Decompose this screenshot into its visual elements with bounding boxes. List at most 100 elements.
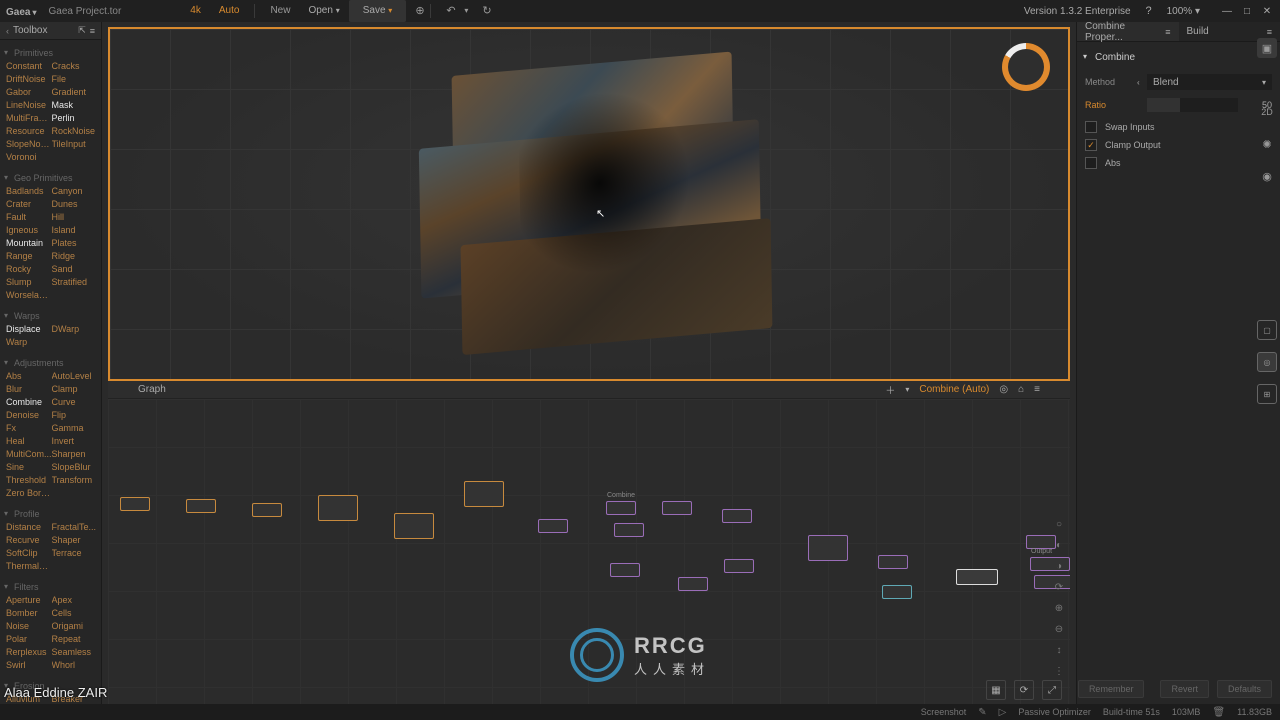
- graph-node[interactable]: [252, 503, 282, 517]
- tool-rocky[interactable]: Rocky: [6, 263, 52, 275]
- tool-recurve[interactable]: Recurve: [6, 534, 52, 546]
- tool-[interactable]: [52, 289, 98, 301]
- tool-igneous[interactable]: Igneous: [6, 224, 52, 236]
- tool-bomber[interactable]: Bomber: [6, 607, 52, 619]
- tool-cells[interactable]: Cells: [52, 607, 98, 619]
- graph-node[interactable]: [464, 481, 504, 507]
- auto-button[interactable]: Auto: [210, 0, 249, 22]
- category-primitives[interactable]: Primitives: [0, 42, 101, 60]
- graph-node[interactable]: [722, 509, 752, 523]
- tool-hill[interactable]: Hill: [52, 211, 98, 223]
- maximize-icon[interactable]: □: [1240, 6, 1254, 17]
- play-icon[interactable]: ▷: [999, 707, 1007, 718]
- tool-abs[interactable]: Abs: [6, 370, 52, 382]
- undo-icon[interactable]: ↶: [437, 0, 455, 22]
- pen-icon[interactable]: ✎: [978, 707, 986, 718]
- tool-constant[interactable]: Constant: [6, 60, 52, 72]
- eye-tool-icon[interactable]: ◉: [1257, 166, 1277, 186]
- tool-softclip[interactable]: SoftClip: [6, 547, 52, 559]
- link-icon[interactable]: ⇱: [78, 25, 86, 36]
- graph-tool6-icon[interactable]: ⊖: [1055, 624, 1063, 635]
- tool-tileinput[interactable]: TileInput: [52, 138, 98, 150]
- close-icon[interactable]: ✕: [1260, 6, 1274, 17]
- layout2-icon[interactable]: ⟳: [1014, 680, 1034, 700]
- graph-node[interactable]: [808, 535, 848, 561]
- category-warps[interactable]: Warps: [0, 305, 101, 323]
- tool-slopenoise[interactable]: SlopeNoise: [6, 138, 52, 150]
- graph-tool5-icon[interactable]: ⊕: [1055, 603, 1063, 614]
- tool-dunes[interactable]: Dunes: [52, 198, 98, 210]
- tool-cracks[interactable]: Cracks: [52, 60, 98, 72]
- tool-aperture[interactable]: Aperture: [6, 594, 52, 606]
- tool-driftnoise[interactable]: DriftNoise: [6, 73, 52, 85]
- save-button[interactable]: Save ▾: [349, 0, 407, 22]
- graph-canvas[interactable]: CombineOutput: [108, 399, 1070, 704]
- frame2-icon[interactable]: ◎: [1257, 352, 1277, 372]
- view2d-button[interactable]: 2D: [1257, 102, 1277, 122]
- graph-node[interactable]: [614, 523, 644, 537]
- tool-island[interactable]: Island: [52, 224, 98, 236]
- tool-[interactable]: [52, 151, 98, 163]
- graph-node[interactable]: [878, 555, 908, 569]
- defaults-button[interactable]: Defaults: [1217, 680, 1272, 698]
- redo-icon[interactable]: ↻: [473, 0, 491, 22]
- graph-node[interactable]: [318, 495, 358, 521]
- remember-button[interactable]: Remember: [1078, 680, 1145, 698]
- tool-transform[interactable]: Transform: [52, 474, 98, 486]
- tool-flip[interactable]: Flip: [52, 409, 98, 421]
- tool-sine[interactable]: Sine: [6, 461, 52, 473]
- frame1-icon[interactable]: ▢: [1257, 320, 1277, 340]
- category-adjustments[interactable]: Adjustments: [0, 352, 101, 370]
- tool-curve[interactable]: Curve: [52, 396, 98, 408]
- graph-home-icon[interactable]: ⌂: [1018, 384, 1024, 395]
- tool-denoise[interactable]: Denoise: [6, 409, 52, 421]
- tool-terrace[interactable]: Terrace: [52, 547, 98, 559]
- tool-worselands[interactable]: Worselands: [6, 289, 52, 301]
- tool-ridge[interactable]: Ridge: [52, 250, 98, 262]
- graph-tool1-icon[interactable]: ○: [1056, 519, 1062, 530]
- tool-stratified[interactable]: Stratified: [52, 276, 98, 288]
- graph-node[interactable]: [724, 559, 754, 573]
- graph-node[interactable]: [394, 513, 434, 539]
- graph-tool3-icon[interactable]: ◑: [1056, 561, 1062, 572]
- tool-mountain[interactable]: Mountain: [6, 237, 52, 249]
- tool-perlin[interactable]: Perlin: [52, 112, 98, 124]
- tool-fault[interactable]: Fault: [6, 211, 52, 223]
- tool-[interactable]: [52, 336, 98, 348]
- light-tool-icon[interactable]: ✺: [1257, 134, 1277, 154]
- method-dropdown[interactable]: ‹Blend ▾›: [1147, 74, 1272, 90]
- revert-button[interactable]: Revert: [1160, 680, 1209, 698]
- menu-icon[interactable]: ≡: [90, 26, 95, 36]
- tool-apex[interactable]: Apex: [52, 594, 98, 606]
- frame3-icon[interactable]: ⊞: [1257, 384, 1277, 404]
- graph-node[interactable]: [186, 499, 216, 513]
- graph-tool2-icon[interactable]: ◐: [1056, 540, 1062, 551]
- tool-noise[interactable]: Noise: [6, 620, 52, 632]
- screenshot-button[interactable]: Screenshot: [921, 707, 967, 717]
- tool-warp[interactable]: Warp: [6, 336, 52, 348]
- graph-node[interactable]: [678, 577, 708, 591]
- tool-resource[interactable]: Resource: [6, 125, 52, 137]
- tool-file[interactable]: File: [52, 73, 98, 85]
- layout3-icon[interactable]: ⤢: [1042, 680, 1062, 700]
- graph-node[interactable]: Combine: [606, 501, 636, 515]
- tool-gradient[interactable]: Gradient: [52, 86, 98, 98]
- tool-thermals...[interactable]: ThermalS...: [6, 560, 52, 572]
- tool-badlands[interactable]: Badlands: [6, 185, 52, 197]
- undo-drop-icon[interactable]: ▾: [455, 0, 473, 22]
- tool-slump[interactable]: Slump: [6, 276, 52, 288]
- tool-gamma[interactable]: Gamma: [52, 422, 98, 434]
- graph-node[interactable]: [662, 501, 692, 515]
- swap-inputs-checkbox[interactable]: Swap Inputs: [1085, 121, 1272, 133]
- tool-repeat[interactable]: Repeat: [52, 633, 98, 645]
- graph-tool7-icon[interactable]: ↕: [1057, 645, 1062, 656]
- tool-canyon[interactable]: Canyon: [52, 185, 98, 197]
- resolution-button[interactable]: 4k: [181, 0, 210, 22]
- tool-dwarp[interactable]: DWarp: [52, 323, 98, 335]
- tool-shaper[interactable]: Shaper: [52, 534, 98, 546]
- section-combine[interactable]: Combine: [1085, 48, 1272, 69]
- tool-range[interactable]: Range: [6, 250, 52, 262]
- layout1-icon[interactable]: ▦: [986, 680, 1006, 700]
- app-logo[interactable]: Gaea▾: [6, 4, 36, 18]
- tool-origami[interactable]: Origami: [52, 620, 98, 632]
